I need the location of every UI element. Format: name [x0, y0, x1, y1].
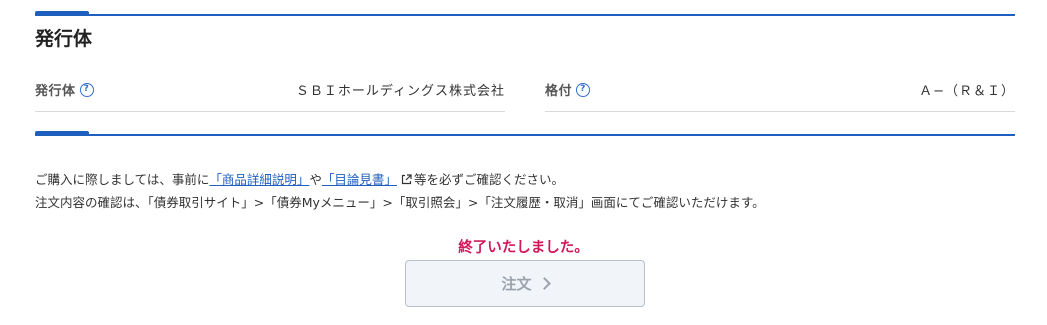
chevron-right-icon — [537, 277, 551, 290]
issuer-row: 発行体 ? ＳＢＩホールディングス株式会社 — [35, 80, 505, 112]
notice-middle: や — [309, 172, 322, 187]
section-divider-accent — [35, 11, 89, 16]
order-button-label: 注文 — [501, 275, 532, 293]
product-details-link[interactable]: 「商品詳細説明」 — [209, 172, 309, 187]
issuer-label-group: 発行体 ? — [35, 80, 94, 99]
section-divider-top — [35, 11, 1015, 16]
help-icon[interactable]: ? — [576, 82, 591, 97]
completed-message-text: 終了いたしました。 — [458, 240, 589, 256]
help-icon[interactable]: ? — [79, 82, 94, 97]
rating-label-group: 格付 ? — [545, 80, 591, 99]
issuer-value: ＳＢＩホールディングス株式会社 — [295, 84, 505, 99]
notice-line-1: ご購入に際しましては、事前に「商品詳細説明」や「目論見書」 等を必ずご確認ください… — [35, 168, 765, 191]
section-divider-accent — [35, 131, 89, 136]
notice-prefix: ご購入に際しましては、事前に — [35, 172, 210, 187]
section-divider-bottom — [35, 131, 1015, 136]
completed-message: 終了いたしました。 — [0, 236, 1047, 257]
rating-label: 格付 — [545, 84, 573, 99]
notice-line-2: 注文内容の確認は、「債券取引サイト」>「債券Myメニュー」>「取引照会」>「注文… — [35, 195, 765, 210]
issuer-label: 発行体 — [35, 84, 76, 99]
prospectus-link[interactable]: 「目論見書」 — [322, 172, 397, 187]
rating-row: 格付 ? Ａ−（Ｒ＆Ｉ） — [545, 80, 1015, 112]
section-title: 発行体 — [35, 28, 93, 50]
external-link-icon — [401, 174, 412, 185]
notice-suffix: 等を必ずご確認ください。 — [413, 172, 564, 187]
notice-text: ご購入に際しましては、事前に「商品詳細説明」や「目論見書」 等を必ずご確認ください… — [35, 168, 765, 214]
order-button[interactable]: 注文 — [405, 260, 645, 307]
rating-value: Ａ−（Ｒ＆Ｉ） — [919, 84, 1015, 99]
